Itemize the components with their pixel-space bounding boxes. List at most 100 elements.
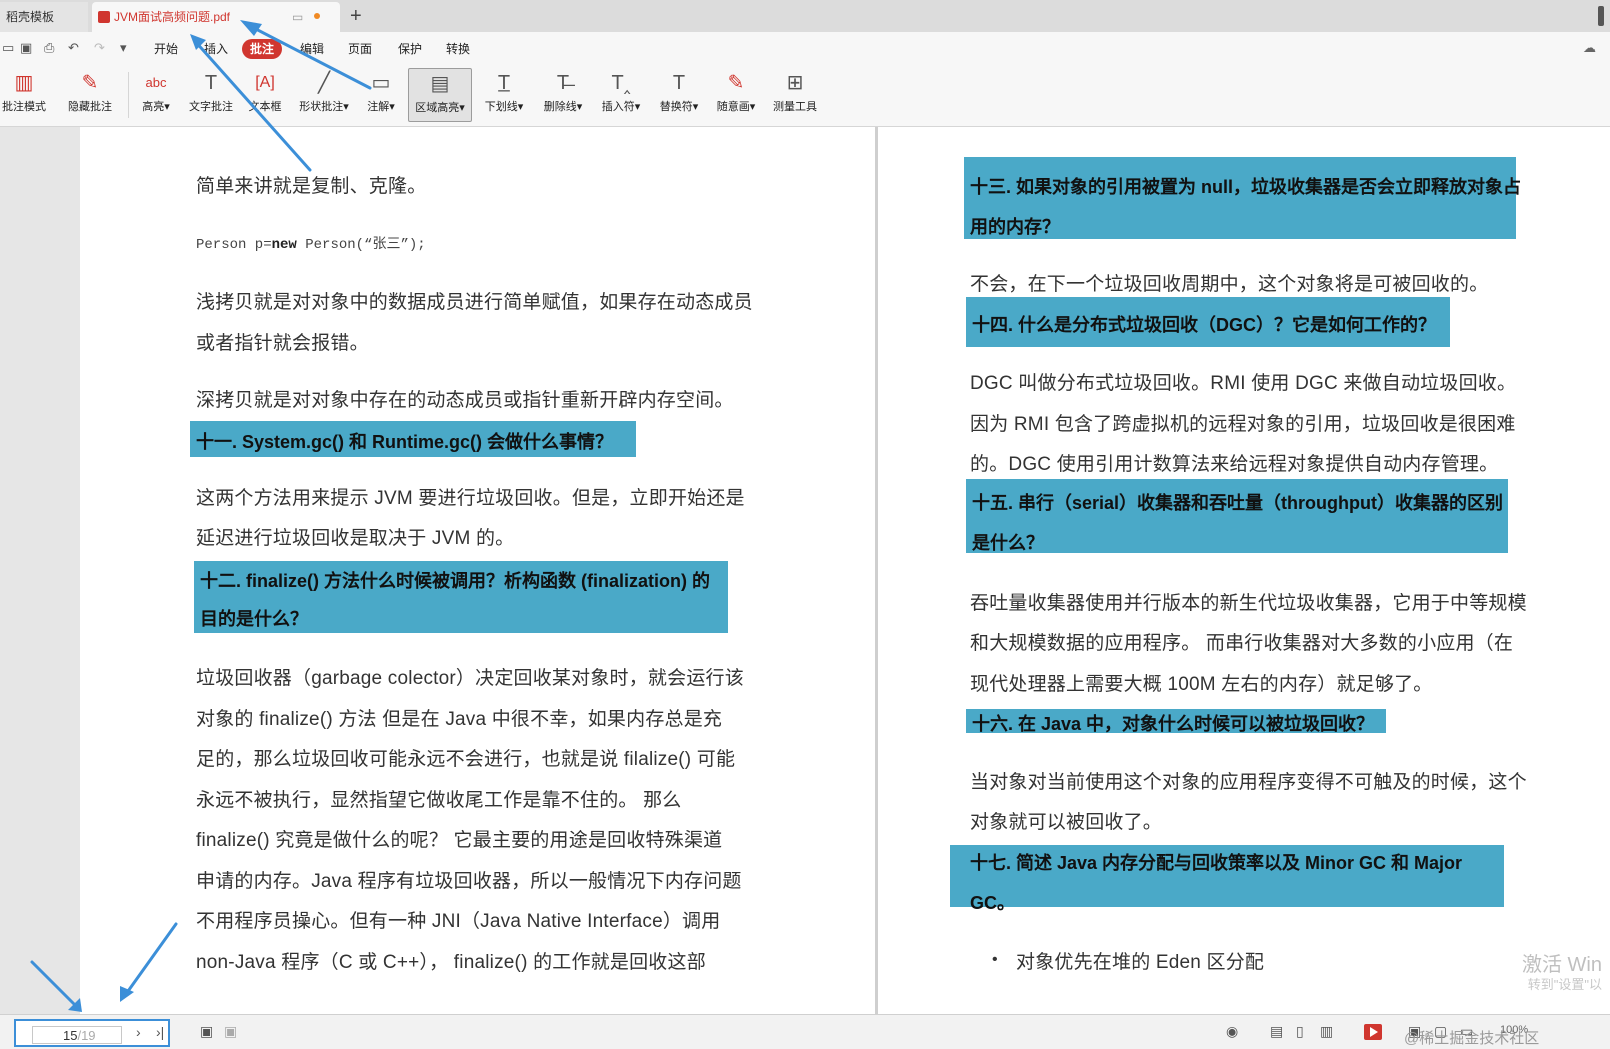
textbox-icon: [A] [255, 74, 275, 91]
highlighted-heading[interactable]: 十四. 什么是分布式垃圾回收（DGC）？它是如何工作的？ [966, 297, 1450, 347]
tab-pdf-document[interactable]: JVM面试高频问题.pdf ▭ [92, 2, 340, 32]
annotation-mode-label: 批注模式 [2, 101, 46, 113]
activation-watermark-sub: 转到"设置"以 [1527, 977, 1602, 992]
highlighted-heading[interactable]: 十二. finalize() 方法什么时候被调用？析构函数 (finalizat… [194, 561, 728, 633]
credit-watermark: @稀土掘金技术社区 [1404, 1030, 1540, 1047]
highlighted-heading[interactable]: 十三. 如果对象的引用被置为 null，垃圾收集器是否会立即释放对象占 用的内存… [964, 157, 1521, 239]
paragraph: 深拷贝就是对对象中存在的动态成员或指针重新开辟内存空间。 [196, 390, 734, 411]
freehand-button[interactable]: ✎ 随意画▾ [712, 68, 760, 122]
undo-icon[interactable]: ↶ [68, 40, 79, 56]
paragraph: non-Java 程序（C 或 C++）， finalize() 的工作就是回收… [196, 952, 706, 973]
annotation-mode-icon: ▥ [14, 72, 34, 94]
underline-label: 下划线▾ [484, 101, 524, 113]
ribbon-divider [128, 72, 129, 118]
text-annotation-icon: T [204, 72, 218, 94]
replace-caret-button[interactable]: T 替换符▾ [654, 68, 704, 122]
paragraph: 对象的 finalize() 方法 但是在 Java 中很不幸，如果内存总是充 [196, 709, 723, 730]
paragraph: 或者指针就会报错。 [196, 333, 369, 354]
paragraph: 的。DGC 使用引用计数算法来给远程对象提供自动内存管理。 [970, 454, 1499, 475]
list-bullet: • [992, 951, 998, 968]
paragraph: 不用程序员操心。但有一种 JNI（Java Native Interface）调… [196, 911, 721, 932]
note-label: 注解▾ [367, 101, 395, 113]
page-navigator: 15/19 › ›| [14, 1019, 170, 1047]
menu-edit[interactable]: 编辑 [292, 39, 332, 59]
unsaved-dot-icon [314, 13, 320, 19]
next-page-icon[interactable]: › [136, 1024, 141, 1040]
replace-caret-icon: T [672, 72, 686, 94]
save-icon[interactable]: ▣ [20, 40, 32, 56]
text-annotation-button[interactable]: T 文字批注 [186, 68, 236, 122]
highlight-label: 高亮▾ [142, 101, 170, 113]
current-page: 15 [63, 1028, 78, 1043]
strikethrough-icon: T̶ [556, 72, 570, 94]
menu-protect[interactable]: 保护 [390, 39, 430, 59]
cloud-sync-icon[interactable]: ☁ [1583, 40, 1596, 56]
paragraph: 延迟进行垃圾回收是取决于 JVM 的。 [196, 528, 515, 549]
play-icon[interactable] [1364, 1024, 1382, 1040]
highlighted-heading[interactable]: 十五. 串行（serial）收集器和吞吐量（throughput）收集器的区别 … [966, 479, 1508, 553]
measure-icon: ⊞ [786, 72, 804, 94]
total-pages: /19 [77, 1028, 96, 1043]
highlight-button[interactable]: abc 高亮▾ [138, 68, 174, 122]
measure-label: 测量工具 [773, 101, 817, 113]
tab-template[interactable]: 稻壳模板 [0, 2, 88, 32]
shape-annotation-icon: ╱ [317, 72, 331, 94]
tab-template-label: 稻壳模板 [6, 10, 55, 24]
measure-button[interactable]: ⊞ 测量工具 [768, 68, 822, 122]
annotation-mode-button[interactable]: ▥ 批注模式 [0, 68, 48, 122]
paragraph: 垃圾回收器（garbage colector）决定回收某对象时，就会运行该 [196, 668, 744, 689]
code-line: Person p=new Person(“张三”); [196, 237, 426, 253]
menu-page[interactable]: 页面 [340, 39, 380, 59]
status-bar: 15/19 › ›| ▣ ▣ ◉ ▤ ▯ ▥ ▣ ▢ ▭ 100% @稀土掘金技… [0, 1014, 1610, 1049]
strikethrough-label: 删除线▾ [543, 101, 583, 113]
hide-annotation-button[interactable]: ✎ 隐藏批注 [62, 68, 118, 122]
window-icon[interactable]: ▭ [292, 2, 303, 32]
area-highlight-button[interactable]: ▤ 区域高亮▾ [408, 68, 472, 122]
hide-annotation-label: 隐藏批注 [68, 101, 112, 113]
replace-caret-label: 替换符▾ [659, 101, 699, 113]
page-thumbnail-icon[interactable]: ▣ [200, 1023, 213, 1040]
textbox-button[interactable]: [A] 文本框 [244, 68, 286, 122]
underline-icon: T̲ [497, 72, 511, 94]
tabbar-scroll-handle[interactable] [1598, 6, 1604, 26]
hide-annotation-icon: ✎ [81, 72, 99, 94]
insert-caret-button[interactable]: T‸ 插入符▾ [596, 68, 646, 122]
insert-caret-label: 插入符▾ [601, 101, 641, 113]
eye-protection-icon[interactable]: ◉ [1226, 1023, 1238, 1040]
list-item: 对象优先在堆的 Eden 区分配 [1016, 952, 1265, 973]
shape-annotation-button[interactable]: ╱ 形状批注▾ [294, 68, 354, 122]
highlighted-heading[interactable]: 十六. 在 Java 中，对象什么时候可以被垃圾回收？ [966, 709, 1386, 734]
underline-button[interactable]: T̲ 下划线▾ [480, 68, 528, 122]
menu-start[interactable]: 开始 [146, 39, 186, 59]
highlighted-heading[interactable]: 十七. 简述 Java 内存分配与回收策率以及 Minor GC 和 Major… [950, 845, 1504, 913]
document-area[interactable]: 简单来讲就是复制、克隆。 Person p=new Person(“张三”); … [0, 127, 1610, 1014]
menu-convert[interactable]: 转换 [438, 39, 478, 59]
page-export-icon[interactable]: ▣ [224, 1023, 237, 1040]
paragraph: 申请的内存。Java 程序有垃圾回收器，所以一般情况下内存问题 [196, 871, 742, 892]
note-button[interactable]: ▭ 注解▾ [362, 68, 400, 122]
menu-annotate[interactable]: 批注 [242, 39, 283, 59]
insert-caret-icon: T‸ [611, 72, 631, 94]
print-icon[interactable]: ⎙ [44, 40, 54, 56]
single-page-icon[interactable]: ▯ [1296, 1023, 1304, 1040]
paragraph: 和大规模数据的应用程序。 而串行收集器对大多数的小应用（在 [970, 633, 1514, 654]
menu-insert[interactable]: 插入 [196, 39, 236, 59]
highlight-icon: abc [145, 75, 167, 90]
tab-bar: 稻壳模板 JVM面试高频问题.pdf ▭ + [0, 0, 1610, 33]
double-page-icon[interactable]: ▥ [1320, 1023, 1333, 1040]
paragraph: 当对象对当前使用这个对象的应用程序变得不可触及的时候，这个 [970, 772, 1527, 793]
paragraph: 永远不被执行，显然指望它做收尾工作是靠不住的。 那么 [196, 790, 682, 811]
last-page-icon[interactable]: ›| [156, 1024, 164, 1040]
redo-icon[interactable]: ↷ [94, 40, 105, 56]
new-tab-button[interactable]: + [350, 4, 362, 28]
strikethrough-button[interactable]: T̶ 删除线▾ [538, 68, 588, 122]
paragraph: 不会，在下一个垃圾回收周期中，这个对象将是可被回收的。 [970, 274, 1489, 295]
open-icon[interactable]: ▭ [2, 40, 14, 56]
paragraph: 吞吐量收集器使用并行版本的新生代垃圾收集器，它用于中等规模 [970, 593, 1527, 614]
page-number-input[interactable]: 15/19 [32, 1026, 122, 1044]
highlighted-heading[interactable]: 十一. System.gc() 和 Runtime.gc() 会做什么事情？ [190, 421, 636, 457]
shape-annotation-label: 形状批注▾ [299, 101, 349, 113]
pdf-page-left: 简单来讲就是复制、克隆。 Person p=new Person(“张三”); … [80, 127, 875, 1014]
continuous-view-icon[interactable]: ▤ [1270, 1023, 1283, 1040]
chevron-down-icon[interactable]: ▾ [120, 40, 127, 56]
